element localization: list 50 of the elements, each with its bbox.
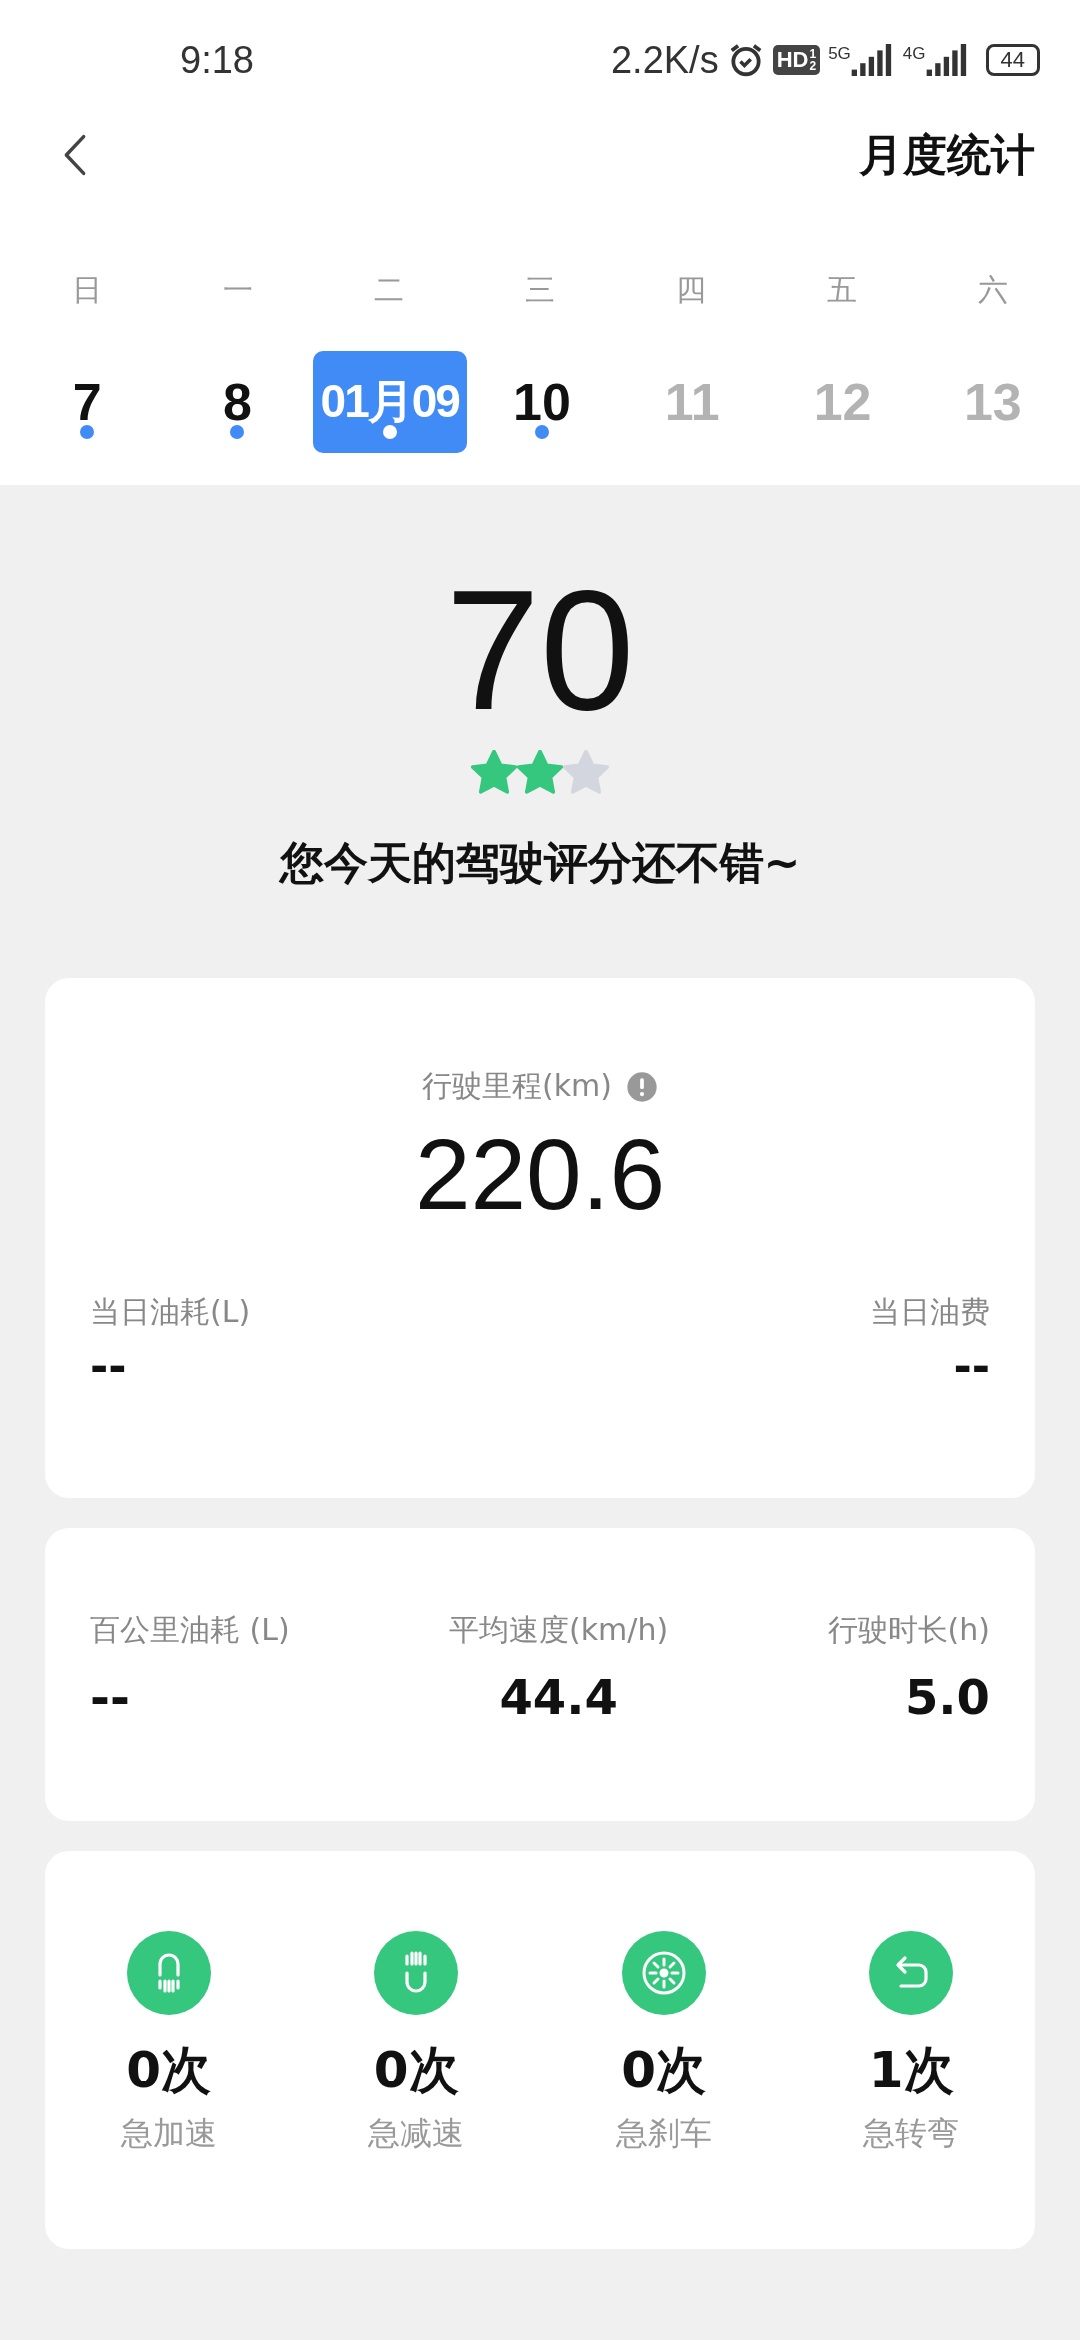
star-icon bbox=[471, 750, 517, 794]
date-tab[interactable]: 13 bbox=[955, 351, 1030, 453]
stat-label: 百公里油耗 (L) bbox=[90, 1611, 290, 1649]
weekday-label: 二 bbox=[373, 271, 406, 309]
wheel-icon bbox=[621, 1931, 706, 2015]
stat-value: -- bbox=[90, 1669, 131, 1725]
arch-lines-icon bbox=[126, 1931, 211, 2015]
info-icon[interactable] bbox=[626, 1070, 658, 1103]
star-icon bbox=[517, 750, 563, 794]
network-type: 4G bbox=[902, 44, 926, 64]
stat-label: 当日油耗(L) bbox=[90, 1293, 251, 1331]
status-time: 9:18 bbox=[180, 38, 254, 82]
date-tab[interactable]: 8 bbox=[214, 351, 260, 453]
stat-label: 当日油费 bbox=[870, 1293, 990, 1331]
stat-label: 行驶时长(h) bbox=[827, 1611, 990, 1649]
event-count: 0次 bbox=[126, 2040, 212, 2101]
hand-icon bbox=[374, 1931, 459, 2015]
event-count: 0次 bbox=[621, 2040, 707, 2101]
weekday-label: 一 bbox=[222, 271, 255, 309]
weekday-label: 日 bbox=[71, 271, 104, 309]
back-icon[interactable] bbox=[62, 133, 88, 177]
event-label: 急转弯 bbox=[863, 2113, 960, 2154]
weekday-label: 四 bbox=[674, 271, 707, 309]
network-speed: 2.2K/s bbox=[610, 38, 719, 82]
mileage-label: 行驶里程(km) bbox=[422, 1067, 612, 1105]
mileage-value: 220.6 bbox=[414, 1117, 666, 1232]
date-tab[interactable]: 7 bbox=[64, 351, 110, 453]
weekday-label: 六 bbox=[976, 271, 1009, 309]
weekday-label: 三 bbox=[524, 271, 556, 309]
score-message: 您今天的驾驶评分还不错~ bbox=[279, 836, 801, 890]
stat-value: -- bbox=[90, 1341, 128, 1392]
event-count: 0次 bbox=[373, 2040, 459, 2101]
date-tab[interactable]: 11 bbox=[656, 351, 728, 453]
event-label: 急减速 bbox=[368, 2113, 465, 2154]
event-label: 急加速 bbox=[120, 2113, 217, 2154]
date-tab[interactable]: 12 bbox=[805, 351, 880, 453]
star-icon bbox=[563, 750, 609, 794]
battery-indicator: 44 bbox=[985, 44, 1040, 76]
event-count: 1次 bbox=[868, 2040, 954, 2101]
page-title: 月度统计 bbox=[859, 127, 1035, 182]
event-label: 急刹车 bbox=[615, 2113, 712, 2154]
date-tab[interactable]: 10 bbox=[505, 351, 579, 453]
stat-value: 5.0 bbox=[904, 1669, 990, 1725]
stat-value: -- bbox=[953, 1341, 990, 1392]
network-type: 5G bbox=[828, 44, 851, 64]
score-value: 70 bbox=[445, 560, 635, 740]
stat-label: 平均速度(km/h) bbox=[449, 1611, 669, 1649]
weekday-label: 五 bbox=[825, 271, 858, 309]
stat-value: 44.4 bbox=[499, 1669, 618, 1725]
date-tab[interactable]: 01月09 bbox=[312, 351, 467, 453]
